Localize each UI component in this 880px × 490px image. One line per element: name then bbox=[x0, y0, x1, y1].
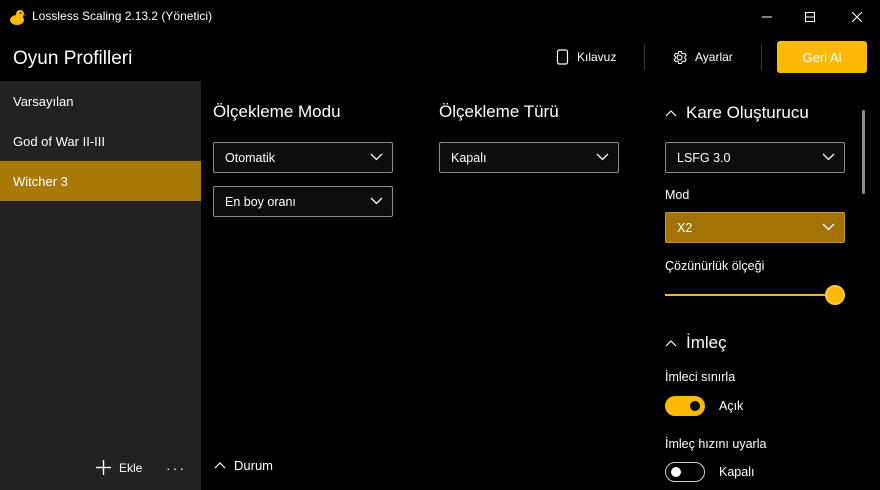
guide-label: Kılavuz bbox=[577, 50, 617, 64]
clip-cursor-label: İmleci sınırla bbox=[665, 370, 736, 384]
cursor-header[interactable]: İmleç bbox=[665, 333, 727, 353]
frame-gen-header[interactable]: Kare Oluşturucu bbox=[665, 103, 809, 123]
resolution-slider-thumb[interactable] bbox=[825, 285, 845, 305]
clip-cursor-state: Açık bbox=[719, 399, 744, 413]
toggle-knob bbox=[690, 401, 700, 411]
gear-icon bbox=[673, 50, 687, 64]
chevron-down-icon bbox=[822, 153, 835, 161]
cursor-speed-toggle[interactable] bbox=[665, 462, 705, 482]
dropdown-value: Otomatik bbox=[225, 150, 276, 165]
aspect-ratio-dropdown[interactable]: En boy oranı bbox=[213, 186, 393, 217]
frame-gen-title: Kare Oluşturucu bbox=[686, 103, 809, 122]
close-button[interactable] bbox=[834, 0, 880, 34]
profile-item-selected[interactable]: Witcher 3 bbox=[0, 161, 201, 201]
page-title: Oyun Profilleri bbox=[13, 48, 133, 69]
profile-label: God of War II-III bbox=[13, 133, 105, 149]
profile-item[interactable]: Varsayılan bbox=[0, 81, 201, 121]
dropdown-value: En boy oranı bbox=[225, 194, 296, 209]
maximize-button[interactable] bbox=[787, 0, 833, 34]
revert-button[interactable]: Geri Al bbox=[777, 41, 867, 73]
resolution-scale-label: Çözünürlük ölçeği bbox=[665, 259, 765, 273]
add-profile-button[interactable]: Ekle bbox=[96, 460, 142, 475]
minimize-window-button[interactable] bbox=[744, 0, 790, 34]
chevron-up-icon bbox=[665, 339, 677, 346]
title-bar: Lossless Scaling 2.13.2 (Yönetici) bbox=[0, 0, 880, 34]
chevron-down-icon bbox=[370, 153, 383, 161]
chevron-down-icon bbox=[822, 223, 835, 231]
scaling-type-title: Ölçekleme Türü bbox=[439, 102, 559, 121]
dropdown-value: Kapalı bbox=[451, 150, 487, 165]
close-icon bbox=[852, 12, 862, 22]
profile-label: Witcher 3 bbox=[13, 173, 68, 189]
chevron-down-icon bbox=[596, 153, 609, 161]
dropdown-value: LSFG 3.0 bbox=[677, 150, 731, 165]
scaling-mode-title: Ölçekleme Modu bbox=[213, 102, 341, 121]
mode-label: Mod bbox=[665, 188, 690, 202]
frame-gen-type-dropdown[interactable]: LSFG 3.0 bbox=[665, 142, 845, 173]
status-expander[interactable]: Durum bbox=[214, 458, 273, 473]
window-title: Lossless Scaling 2.13.2 (Yönetici) bbox=[32, 9, 213, 23]
scrollbar[interactable] bbox=[862, 110, 865, 194]
clip-cursor-toggle[interactable] bbox=[665, 396, 705, 416]
duck-icon bbox=[10, 10, 26, 25]
profile-sidebar: Varsayılan God of War II-III Witcher 3 E… bbox=[0, 81, 201, 490]
header-divider-2 bbox=[761, 44, 762, 70]
dropdown-value: X2 bbox=[677, 220, 693, 235]
toggle-knob bbox=[671, 467, 681, 477]
frame-gen-mode-dropdown[interactable]: X2 bbox=[665, 212, 845, 243]
header-divider bbox=[644, 44, 645, 70]
cursor-title: İmleç bbox=[686, 333, 727, 352]
cursor-speed-state: Kapalı bbox=[719, 465, 755, 479]
more-options-button[interactable]: ··· bbox=[166, 460, 186, 476]
add-label: Ekle bbox=[119, 460, 143, 475]
resolution-slider-track[interactable] bbox=[665, 294, 835, 296]
chevron-up-icon bbox=[665, 109, 677, 116]
cursor-speed-label: İmleç hızını uyarla bbox=[665, 437, 767, 451]
chevron-up-icon bbox=[214, 462, 226, 469]
scaling-type-dropdown[interactable]: Kapalı bbox=[439, 142, 619, 173]
scaling-mode-dropdown[interactable]: Otomatik bbox=[213, 142, 393, 173]
header: Oyun Profilleri Kılavuz Ayarlar bbox=[0, 34, 880, 82]
profile-item[interactable]: God of War II-III bbox=[0, 121, 201, 161]
settings-label: Ayarlar bbox=[695, 50, 733, 64]
profile-label: Varsayılan bbox=[13, 93, 74, 109]
guide-button[interactable]: Kılavuz bbox=[556, 46, 616, 68]
plus-icon bbox=[96, 460, 111, 475]
maximize-icon bbox=[805, 12, 815, 22]
settings-button[interactable]: Ayarlar bbox=[671, 46, 733, 68]
book-icon bbox=[556, 49, 569, 65]
status-label: Durum bbox=[234, 458, 274, 473]
minimize-window-icon bbox=[762, 16, 772, 18]
chevron-down-icon bbox=[370, 197, 383, 205]
